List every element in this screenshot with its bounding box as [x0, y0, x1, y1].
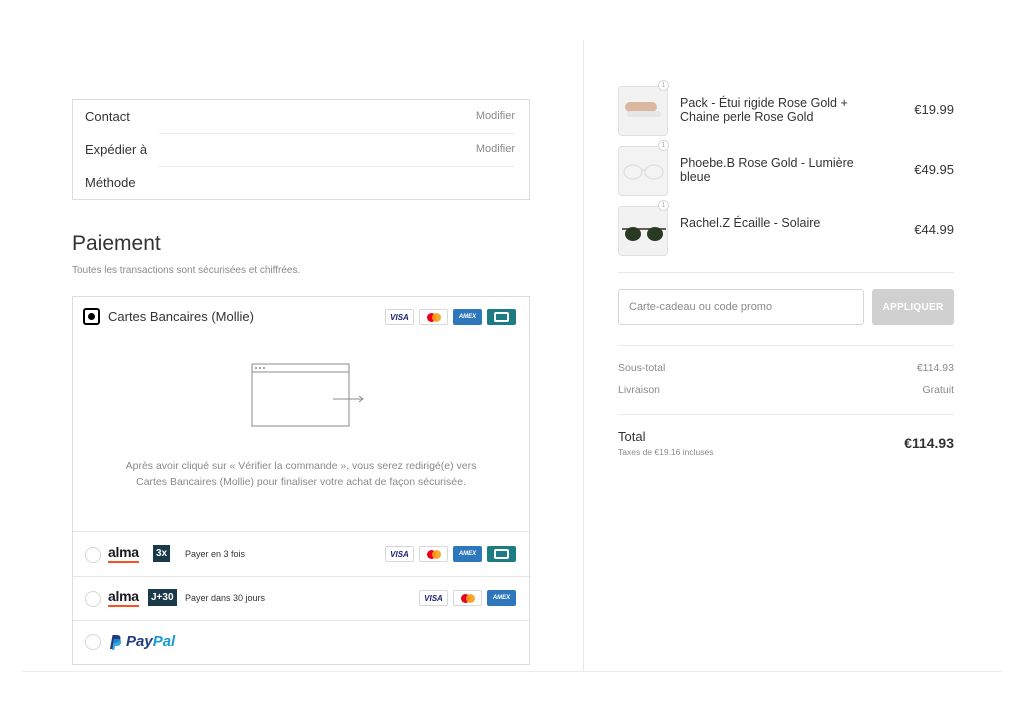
alma-30-badge: J+30: [148, 589, 177, 606]
mollie-radio[interactable]: [83, 308, 100, 325]
paypal-radio[interactable]: [85, 634, 101, 650]
contact-modify-link[interactable]: Modifier: [476, 110, 515, 122]
cart-separator: [618, 414, 954, 415]
browser-redirect-icon: [251, 363, 364, 427]
subtotal-label: Sous-total: [618, 362, 666, 374]
quantity-badge: 1: [658, 80, 669, 91]
shipping-value: Gratuit: [922, 384, 954, 396]
item-name: Rachel.Z Écaille - Solaire: [680, 216, 821, 230]
redirect-info-panel: Après avoir cliqué sur « Vérifier la com…: [73, 339, 529, 532]
amex-icon: AMEX: [487, 590, 516, 606]
cart-separator: [618, 345, 954, 346]
quantity-badge: 1: [658, 140, 669, 151]
card-logos: VISA AMEX: [385, 309, 516, 325]
item-price: €44.99: [914, 222, 954, 237]
product-glasses-image: [619, 147, 667, 195]
column-divider: [583, 40, 584, 672]
redirect-info-text: Après avoir cliqué sur « Vérifier la com…: [125, 460, 477, 488]
cart-item: 1 Pack - Étui rigide Rose Gold + Chaine …: [618, 80, 954, 136]
checkout-review-box: Contact Modifier Expédier à Modifier Mét…: [72, 99, 530, 200]
footer-divider: [22, 671, 1002, 672]
cart-separator: [618, 272, 954, 273]
alma-30-desc: Payer dans 30 jours: [185, 593, 266, 603]
alma-3x-desc: Payer en 3 fois: [185, 549, 246, 559]
total-value: €114.93: [904, 435, 954, 451]
mollie-label: Cartes Bancaires (Mollie): [108, 309, 254, 324]
product-sunglasses-image: [619, 207, 667, 255]
mastercard-icon: [419, 546, 448, 562]
contact-label: Contact: [85, 109, 130, 124]
visa-icon: VISA: [419, 590, 448, 606]
carte-bancaire-icon: [487, 309, 516, 325]
review-row-method: Méthode: [73, 166, 529, 199]
mastercard-icon: [453, 590, 482, 606]
item-price: €19.99: [914, 102, 954, 117]
method-label: Méthode: [85, 175, 136, 190]
card-logos: VISA AMEX: [419, 590, 516, 606]
payment-methods-box: Cartes Bancaires (Mollie) VISA AMEX Aprè…: [72, 296, 530, 665]
cart-item: 1 Rachel.Z Écaille - Solaire €44.99: [618, 200, 954, 256]
payment-option-alma-3x[interactable]: alma 3x Payer en 3 fois VISA AMEX: [73, 533, 529, 577]
payment-title: Paiement: [72, 232, 161, 255]
product-case-image: [619, 87, 667, 135]
shipping-label: Livraison: [618, 384, 661, 396]
payment-option-mollie[interactable]: Cartes Bancaires (Mollie) VISA AMEX: [73, 297, 529, 339]
tax-note: Taxes de €19.16 incluses: [618, 447, 714, 457]
visa-icon: VISA: [385, 309, 414, 325]
item-price: €49.95: [914, 162, 954, 177]
total-label: Total: [618, 429, 646, 444]
alma-30-radio[interactable]: [85, 591, 101, 607]
payment-option-alma-30[interactable]: alma J+30 Payer dans 30 jours VISA AMEX: [73, 577, 529, 621]
apply-promo-button[interactable]: APPLIQUER: [872, 289, 954, 325]
review-row-contact: Contact Modifier: [73, 100, 529, 133]
card-logos: VISA AMEX: [385, 546, 516, 562]
carte-bancaire-icon: [487, 546, 516, 562]
alma-logo: alma: [108, 588, 139, 607]
amex-icon: AMEX: [453, 546, 482, 562]
paypal-icon: [110, 634, 122, 650]
mastercard-icon: [419, 309, 448, 325]
payment-subtitle: Toutes les transactions sont sécurisées …: [72, 265, 301, 276]
item-name: Pack - Étui rigide Rose Gold + Chaine pe…: [680, 96, 848, 124]
product-thumbnail: [618, 146, 668, 196]
alma-3x-badge: 3x: [153, 545, 171, 562]
alma-3x-radio[interactable]: [85, 547, 101, 563]
paypal-text-pal: Pal: [152, 633, 176, 650]
review-row-shipping: Expédier à Modifier: [73, 133, 529, 166]
cart-item: 1 Phoebe.B Rose Gold - Lumière bleue €49…: [618, 140, 954, 196]
item-name: Phoebe.B Rose Gold - Lumière bleue: [680, 156, 854, 184]
quantity-badge: 1: [658, 200, 669, 211]
visa-icon: VISA: [385, 546, 414, 562]
paypal-logo: PayPal: [108, 633, 175, 650]
promo-code-input[interactable]: [618, 289, 864, 325]
alma-logo: alma: [108, 544, 139, 563]
ship-to-label: Expédier à: [85, 142, 148, 157]
subtotal-value: €114.93: [916, 362, 954, 374]
product-thumbnail: [618, 206, 668, 256]
payment-option-paypal[interactable]: PayPal: [73, 621, 529, 665]
ship-modify-link[interactable]: Modifier: [476, 143, 515, 155]
paypal-text-pay: Pay: [126, 633, 153, 650]
amex-icon: AMEX: [453, 309, 482, 325]
product-thumbnail: [618, 86, 668, 136]
